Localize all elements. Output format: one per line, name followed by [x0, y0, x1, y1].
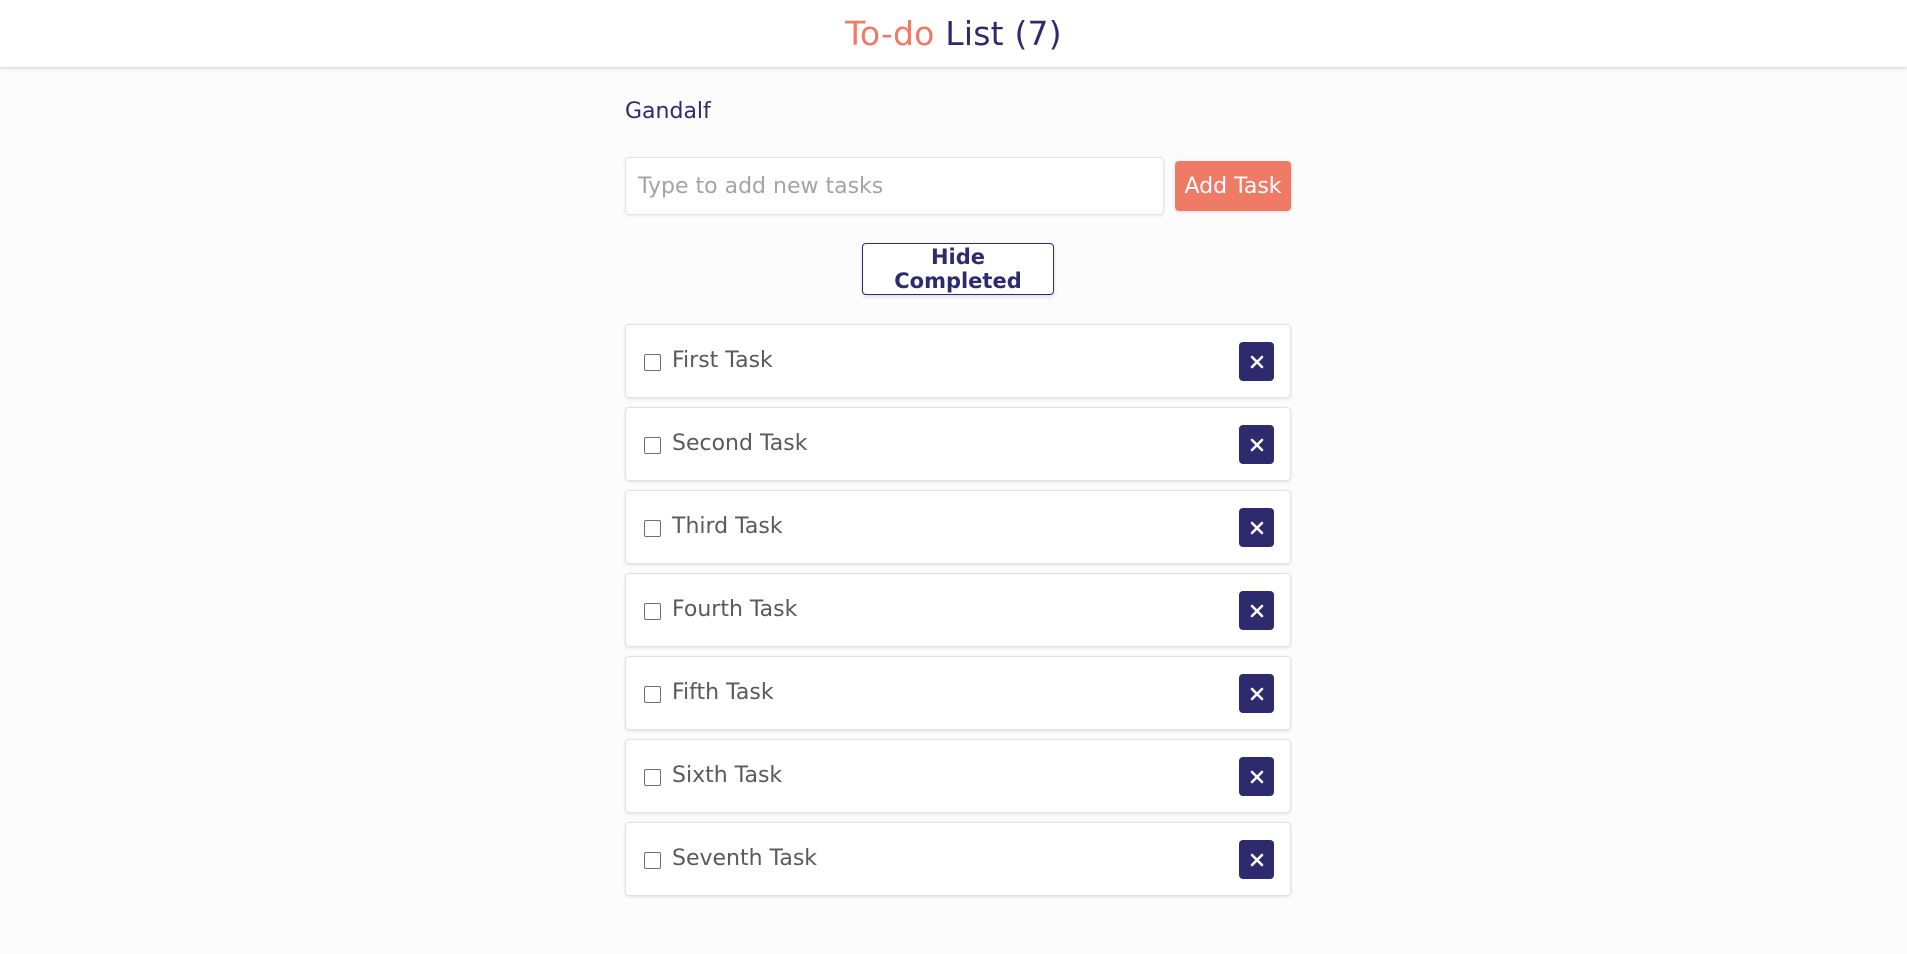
- add-task-button[interactable]: Add Task: [1175, 161, 1291, 211]
- task-item: Third Task: [625, 490, 1291, 564]
- delete-task-button[interactable]: [1239, 674, 1274, 713]
- close-icon: [1250, 355, 1263, 368]
- title-accent: To-do: [845, 14, 935, 53]
- task-item: First Task: [625, 324, 1291, 398]
- title-rest: List (7): [945, 14, 1062, 53]
- delete-task-button[interactable]: [1239, 591, 1274, 630]
- task-checkbox[interactable]: [644, 603, 661, 620]
- task-item: Seventh Task: [625, 822, 1291, 896]
- close-icon: [1250, 438, 1263, 451]
- delete-task-button[interactable]: [1239, 342, 1274, 381]
- task-label: Fourth Task: [672, 597, 798, 622]
- delete-task-button[interactable]: [1239, 840, 1274, 879]
- new-task-input[interactable]: [625, 157, 1164, 215]
- task-label: Fifth Task: [672, 680, 774, 705]
- task-list: First Task Second Task Third Task Fourth…: [625, 324, 1291, 905]
- hide-completed-button[interactable]: Hide Completed: [862, 243, 1054, 295]
- delete-task-button[interactable]: [1239, 757, 1274, 796]
- task-item: Second Task: [625, 407, 1291, 481]
- app-header: To-do List (7): [0, 0, 1907, 67]
- close-icon: [1250, 770, 1263, 783]
- task-label: Sixth Task: [672, 763, 783, 788]
- delete-task-button[interactable]: [1239, 508, 1274, 547]
- task-checkbox[interactable]: [644, 520, 661, 537]
- close-icon: [1250, 521, 1263, 534]
- task-label: Second Task: [672, 431, 808, 456]
- task-label: Seventh Task: [672, 846, 818, 871]
- task-checkbox[interactable]: [644, 354, 661, 371]
- page-title: To-do List (7): [845, 17, 1062, 50]
- username: Gandalf: [625, 99, 711, 124]
- task-item: Fifth Task: [625, 656, 1291, 730]
- task-item: Sixth Task: [625, 739, 1291, 813]
- task-checkbox[interactable]: [644, 437, 661, 454]
- task-checkbox[interactable]: [644, 852, 661, 869]
- task-checkbox[interactable]: [644, 686, 661, 703]
- task-label: First Task: [672, 348, 773, 373]
- task-item: Fourth Task: [625, 573, 1291, 647]
- add-task-form: Add Task: [625, 157, 1291, 215]
- close-icon: [1250, 687, 1263, 700]
- delete-task-button[interactable]: [1239, 425, 1274, 464]
- task-checkbox[interactable]: [644, 769, 661, 786]
- close-icon: [1250, 853, 1263, 866]
- close-icon: [1250, 604, 1263, 617]
- task-label: Third Task: [672, 514, 783, 539]
